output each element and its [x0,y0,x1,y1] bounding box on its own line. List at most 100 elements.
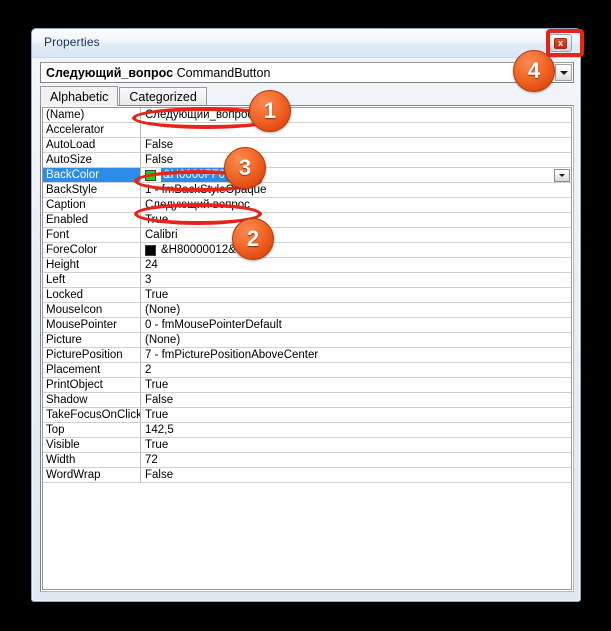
property-value-text: 72 [145,453,158,466]
property-name: BackStyle [43,183,141,197]
property-name: PicturePosition [43,348,141,362]
backcolor-dropdown-button[interactable] [554,169,570,182]
property-value-cell[interactable]: Calibri [141,228,571,242]
property-value-cell[interactable]: 3 [141,273,571,287]
property-row[interactable]: Top 142,5 [43,423,571,438]
close-icon: x [554,37,567,49]
property-value-cell[interactable]: 2 [141,363,571,377]
property-row[interactable]: Placement 2 [43,363,571,378]
tab-categorized[interactable]: Categorized [119,87,207,106]
window-title: Properties [44,35,100,49]
property-row[interactable]: WordWrap False [43,468,571,483]
property-value-cell[interactable]: (None) [141,303,571,317]
property-value-cell[interactable]: False [141,138,571,152]
chevron-down-icon[interactable] [555,64,572,81]
property-row[interactable]: (Name) Следующий_вопрос [43,108,571,123]
property-row[interactable]: ForeColor &H80000012& [43,243,571,258]
property-grid-panel: (Name) Следующий_вопрос Accelerator AutoLoa… [40,105,574,592]
window-titlebar[interactable]: Properties x [32,29,580,58]
callout-2-label: 2 [246,226,260,251]
property-row[interactable]: Left 3 [43,273,571,288]
window-client-area: Следующий_вопрос CommandButton Alphabeti… [40,62,574,595]
close-button[interactable]: x [549,34,572,52]
property-name: AutoLoad [43,138,141,152]
property-value-cell[interactable]: True [141,408,571,422]
property-name: AutoSize [43,153,141,167]
property-row[interactable]: Enabled True [43,213,571,228]
property-value-cell[interactable]: (None) [141,333,571,347]
property-value-text: 3 [145,273,152,286]
property-value-cell[interactable]: 72 [141,453,571,467]
property-row[interactable]: Locked True [43,288,571,303]
property-value-cell[interactable]: True [141,438,571,452]
property-row[interactable]: AutoLoad False [43,138,571,153]
property-value-text: 0 - fmMousePointerDefault [145,318,282,331]
property-row[interactable]: Height 24 [43,258,571,273]
property-value-cell[interactable]: True [141,213,571,227]
property-row[interactable]: BackStyle 1 - fmBackStyleOpaque [43,183,571,198]
property-value-cell[interactable]: Следующий вопрос [141,198,571,212]
callout-3-label: 3 [238,155,252,180]
property-row[interactable]: BackColor &H0000FF00& [43,168,571,183]
property-value-cell[interactable]: False [141,153,571,167]
object-selector-value: Следующий_вопрос CommandButton [41,66,270,80]
property-value-cell[interactable]: 7 - fmPicturePositionAboveCenter [141,348,571,362]
property-row[interactable]: Shadow False [43,393,571,408]
properties-window: Properties x Следующий_вопрос CommandBut… [31,28,581,602]
chevron-down-glyph [559,174,565,177]
property-row[interactable]: MouseIcon (None) [43,303,571,318]
property-row[interactable]: Caption Следующий вопрос [43,198,571,213]
property-name: MouseIcon [43,303,141,317]
property-row[interactable]: AutoSize False [43,153,571,168]
property-value-text: Следующий вопрос [145,198,250,211]
property-name: Height [43,258,141,272]
property-value-cell[interactable] [141,123,571,137]
property-value-cell[interactable]: 0 - fmMousePointerDefault [141,318,571,332]
property-row[interactable]: Width 72 [43,453,571,468]
property-value-cell[interactable]: True [141,378,571,392]
object-selector-combobox[interactable]: Следующий_вопрос CommandButton [40,62,574,83]
property-value-text: True [145,438,169,451]
property-row[interactable]: TakeFocusOnClick True [43,408,571,423]
property-row[interactable]: Picture (None) [43,333,571,348]
property-value-text: True [145,288,169,301]
property-tabs: Alphabetic Categorized [40,86,574,106]
callout-2: 2 [232,218,274,260]
property-name: Top [43,423,141,437]
property-name: Left [43,273,141,287]
property-value-text: 142,5 [145,423,174,436]
property-name: ForeColor [43,243,141,257]
property-value-cell[interactable]: 142,5 [141,423,571,437]
property-row[interactable]: PrintObject True [43,378,571,393]
property-value-text: Следующий_вопрос [145,108,254,121]
property-row[interactable]: Visible True [43,438,571,453]
property-value-text: 24 [145,258,158,271]
callout-4: 4 [513,50,555,92]
property-value-cell[interactable]: True [141,288,571,302]
object-selector-type: CommandButton [176,65,271,80]
property-value-text: 2 [145,363,152,376]
property-value-cell[interactable]: &H80000012& [141,243,571,257]
property-value-cell[interactable]: Следующий_вопрос [141,108,571,122]
tab-alphabetic[interactable]: Alphabetic [40,86,119,106]
property-row[interactable]: MousePointer 0 - fmMousePointerDefault [43,318,571,333]
property-value-cell[interactable]: 24 [141,258,571,272]
property-value-cell[interactable]: False [141,468,571,482]
property-value-text: False [145,468,174,481]
property-name: Accelerator [43,123,141,137]
property-name: Shadow [43,393,141,407]
property-value-cell[interactable]: False [141,393,571,407]
property-name: Placement [43,363,141,377]
property-row[interactable]: Accelerator [43,123,571,138]
property-name: WordWrap [43,468,141,482]
property-value-text: True [145,408,169,421]
property-name: Width [43,453,141,467]
property-grid[interactable]: (Name) Следующий_вопрос Accelerator AutoLoa… [42,107,572,590]
property-row[interactable]: PicturePosition 7 - fmPicturePositionAbov… [43,348,571,363]
property-value-text: True [145,213,169,226]
property-value-cell[interactable]: 1 - fmBackStyleOpaque [141,183,571,197]
property-name: (Name) [43,108,141,122]
property-row[interactable]: Font Calibri [43,228,571,243]
property-value-cell[interactable]: &H0000FF00& [141,168,571,182]
property-name: Locked [43,288,141,302]
